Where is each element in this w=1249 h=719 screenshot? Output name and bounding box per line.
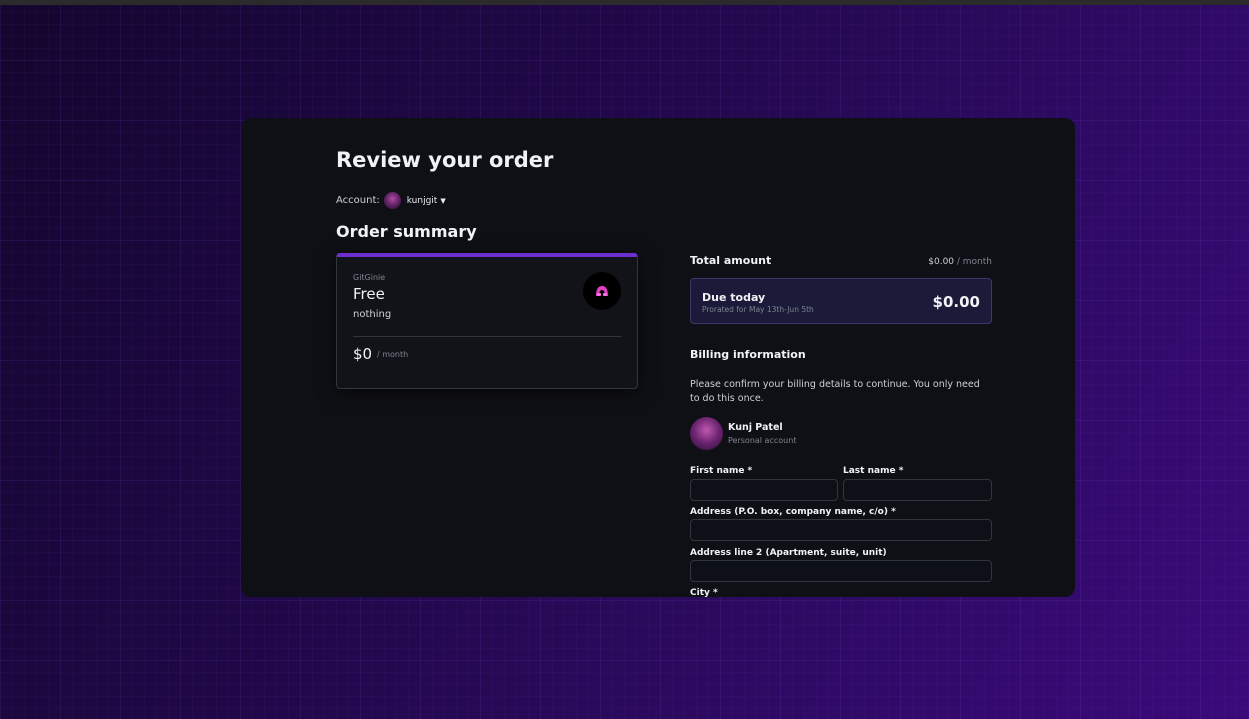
plan-price: $0 <box>353 345 373 363</box>
billing-user-type: Personal account <box>728 436 797 445</box>
last-name-label: Last name * <box>843 466 904 476</box>
billing-user-name: Kunj Patel <box>728 422 783 433</box>
account-label: Account: <box>336 195 380 206</box>
plan-divider <box>353 336 621 337</box>
due-today-proration: Prorated for May 13th-Jun 5th <box>702 305 814 314</box>
billing-description: Please confirm your billing details to c… <box>690 379 980 404</box>
plan-org-name: GitGinie <box>353 273 386 282</box>
order-summary-heading: Order summary <box>336 222 477 241</box>
address-line-2-field[interactable] <box>690 560 992 582</box>
gitginie-logo-icon <box>583 272 621 310</box>
browser-top-edge <box>0 0 1249 5</box>
page-title: Review your order <box>336 148 554 172</box>
account-username: kunjgit <box>406 195 438 206</box>
chevron-down-icon: ▼ <box>440 196 446 205</box>
due-today-amount: $0.00 <box>932 293 980 311</box>
city-label: City * <box>690 588 718 597</box>
total-amount-row: Total amount $0.00 / month <box>690 254 992 267</box>
plan-description: nothing <box>353 309 392 320</box>
billing-user: Kunj Patel Personal account <box>690 417 796 450</box>
total-amount-value: $0.00 / month <box>928 257 992 267</box>
account-avatar <box>383 192 401 209</box>
address-line-2-label: Address line 2 (Apartment, suite, unit) <box>690 548 887 558</box>
billing-user-info: Kunj Patel Personal account <box>728 422 796 445</box>
due-today-box: Due today Prorated for May 13th-Jun 5th … <box>690 278 992 324</box>
due-today-label: Due today <box>702 291 766 304</box>
last-name-field[interactable] <box>843 479 992 501</box>
total-amount-period: / month <box>954 257 992 267</box>
account-selector-row: Account: kunjgit ▼ <box>336 192 446 209</box>
first-name-label: First name * <box>690 466 753 476</box>
plan-name: Free <box>353 285 385 303</box>
account-switcher-button[interactable]: kunjgit ▼ <box>383 192 446 209</box>
review-order-dialog: Review your order Account: kunjgit ▼ Ord… <box>241 118 1075 597</box>
avatar <box>690 417 723 450</box>
address-label: Address (P.O. box, company name, c/o) * <box>690 507 896 517</box>
plan-card: GitGinie Free nothing $0 / month <box>336 253 638 389</box>
address-field[interactable] <box>690 519 992 541</box>
first-name-field[interactable] <box>690 479 838 501</box>
total-amount-number: $0.00 <box>928 257 955 267</box>
billing-information-heading: Billing information <box>690 348 806 361</box>
total-amount-label: Total amount <box>690 254 772 267</box>
plan-period: / month <box>377 350 409 359</box>
